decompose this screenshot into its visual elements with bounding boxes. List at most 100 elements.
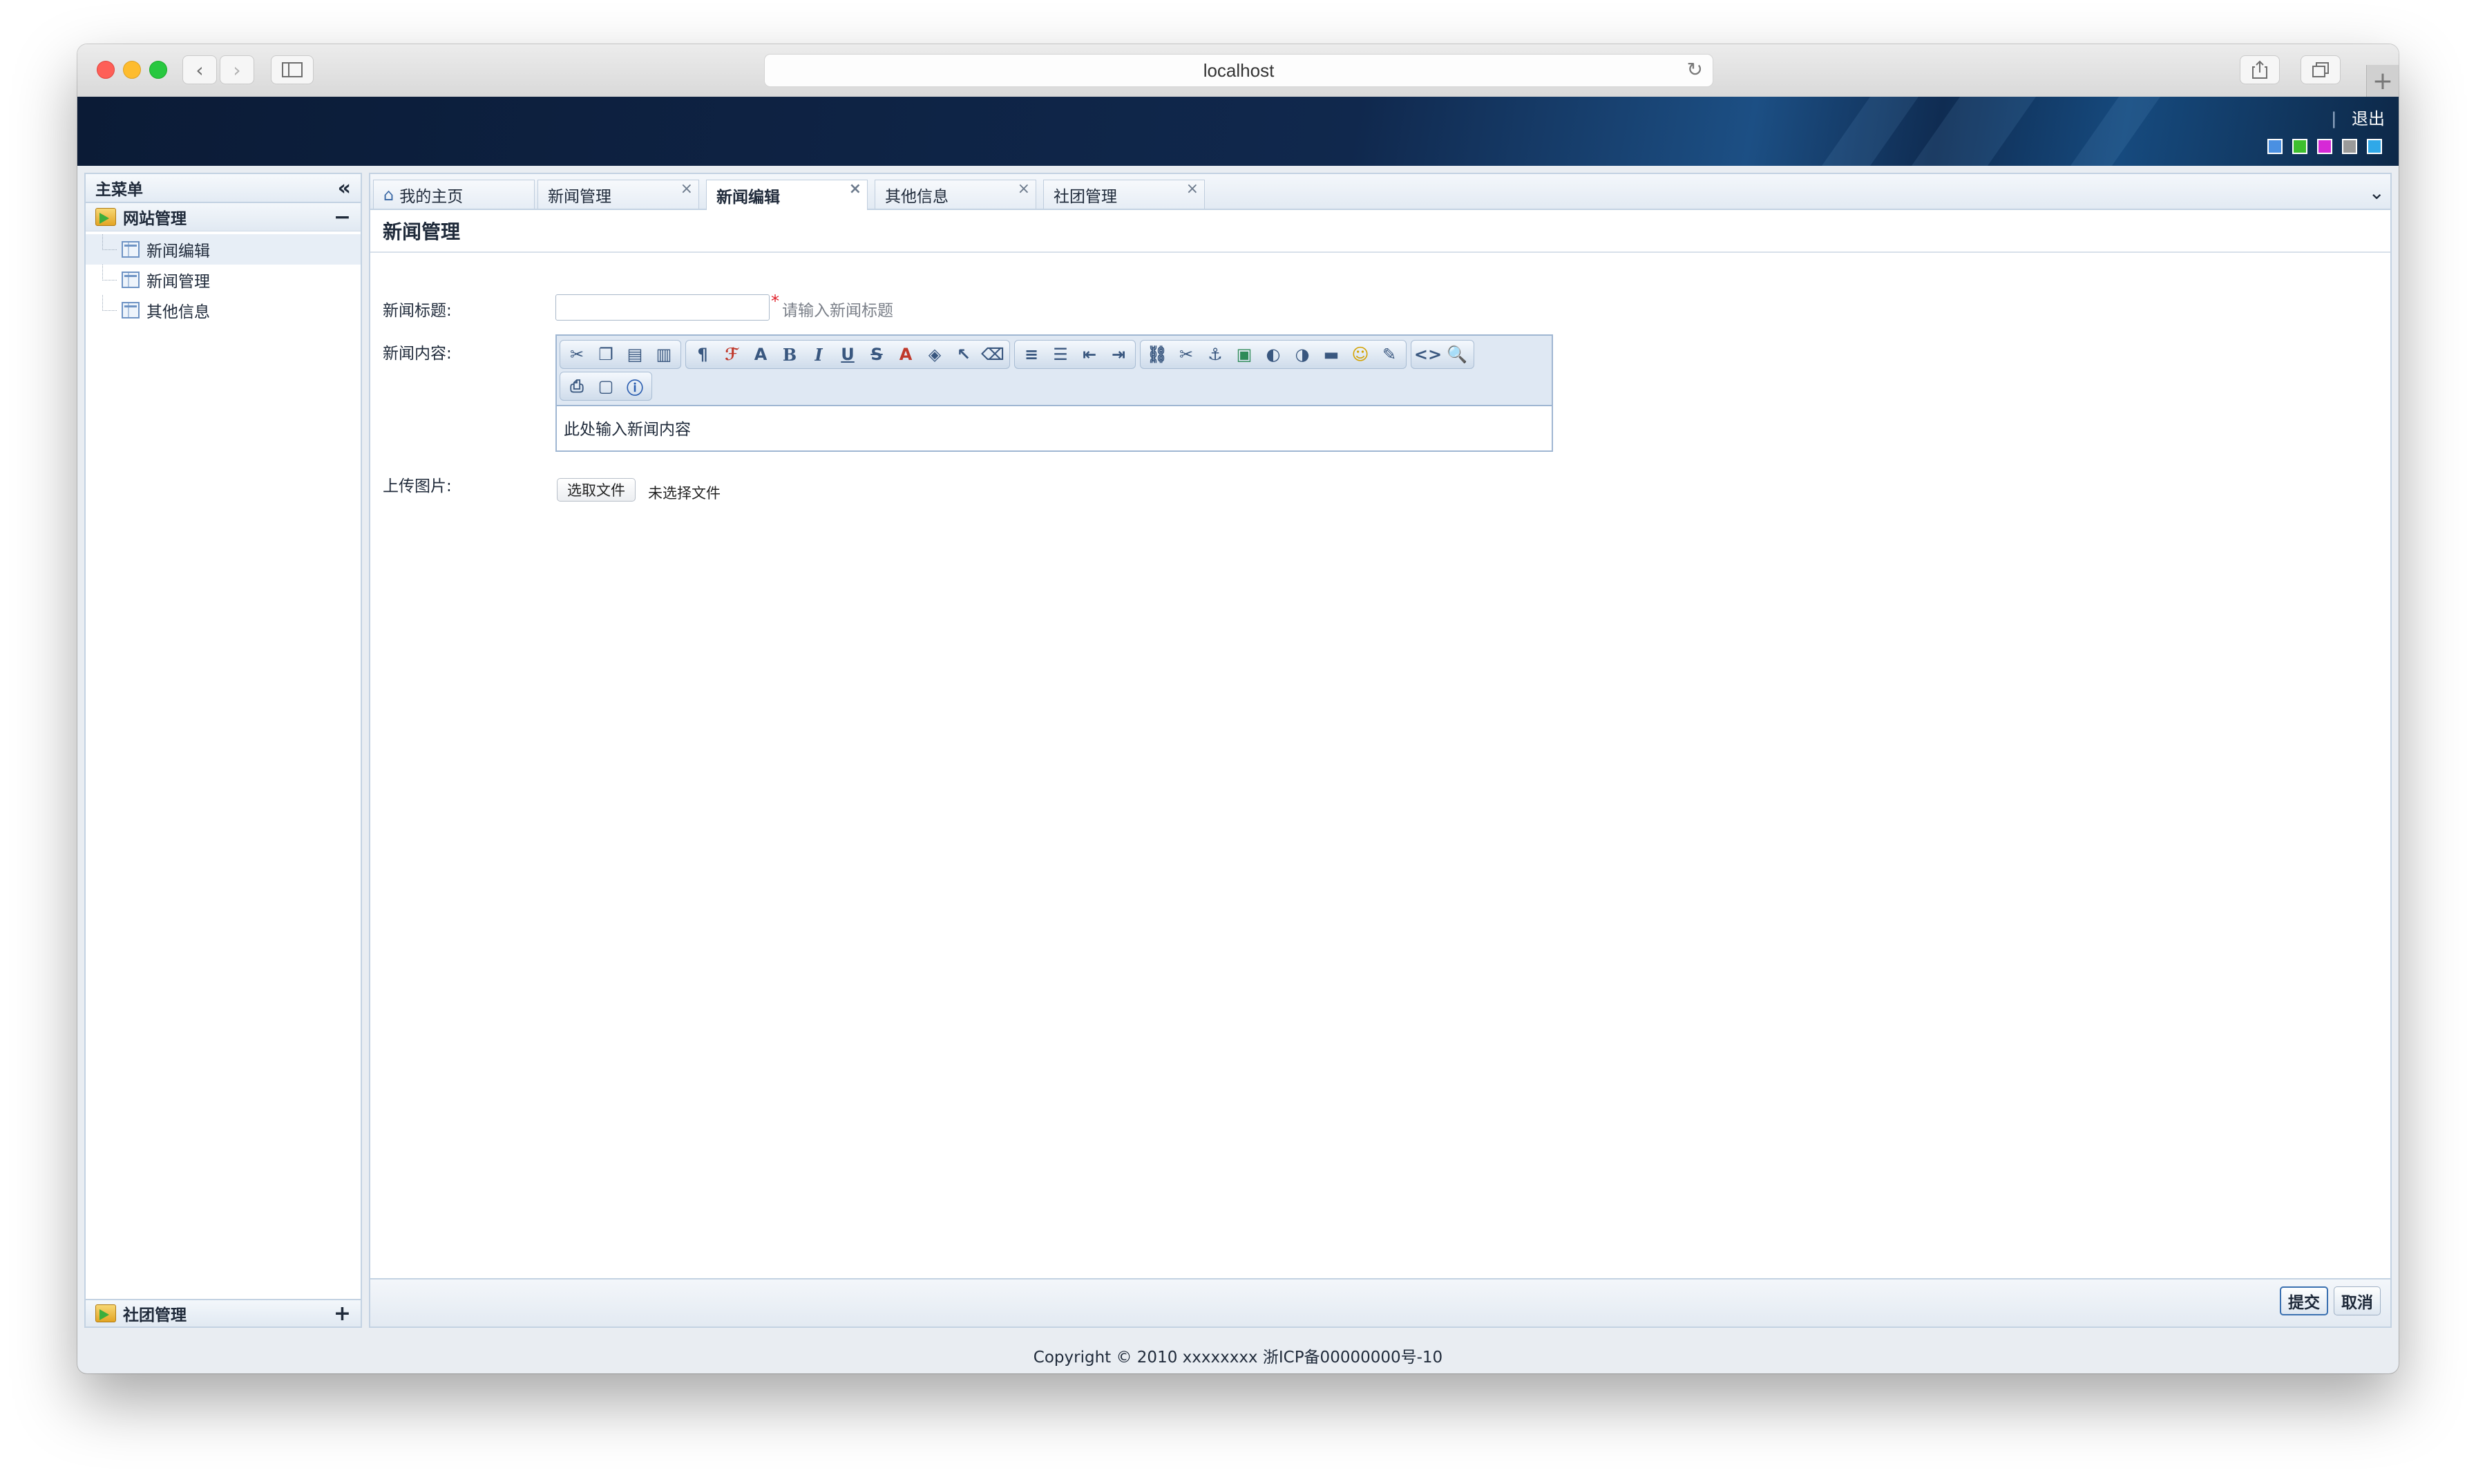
folder-icon [95, 208, 116, 226]
strikethrough-icon[interactable]: S [863, 342, 891, 367]
indent-icon[interactable]: ⇥ [1105, 342, 1132, 367]
emoticon-icon[interactable]: ☺ [1346, 342, 1374, 367]
text-color-icon[interactable]: A [892, 342, 920, 367]
share-button[interactable] [2240, 55, 2280, 84]
toolbar-group-paragraph: ≡ ☰ ⇤ ⇥ [1014, 340, 1136, 369]
title-label: 新闻标题: [383, 302, 452, 320]
back-button[interactable]: ‹ [182, 55, 217, 84]
share-icon [2252, 60, 2267, 79]
title-input[interactable] [555, 294, 770, 321]
theme-swatch-green[interactable] [2292, 139, 2307, 154]
sidebar-toggle-button[interactable] [271, 55, 314, 84]
page-icon [122, 272, 140, 288]
anchor-icon[interactable]: ⚓ [1201, 342, 1229, 367]
theme-swatch-cyan[interactable] [2367, 139, 2382, 154]
plus-icon: + [2372, 66, 2394, 95]
bold-icon[interactable]: B [776, 342, 803, 367]
collapse-group-icon[interactable]: − [334, 205, 351, 229]
tab-other-info[interactable]: 其他信息 × [875, 180, 1036, 209]
background-color-icon[interactable]: ◈ [921, 342, 949, 367]
sidebar-item-news-edit[interactable]: 新闻编辑 [86, 234, 361, 265]
address-bar[interactable]: localhost ↻ [764, 54, 1713, 87]
outdent-icon[interactable]: ⇤ [1076, 342, 1103, 367]
sidebar-group-club[interactable]: 社团管理 + [86, 1299, 361, 1326]
sidebar-item-news-manage[interactable]: 新闻管理 [86, 265, 361, 295]
expand-group-icon[interactable]: + [334, 1302, 351, 1326]
sidebar-item-label: 新闻编辑 [146, 242, 210, 260]
choose-file-button[interactable]: 选取文件 [557, 478, 636, 502]
paste-text-icon[interactable]: ▥ [650, 342, 678, 367]
close-window-button[interactable] [97, 61, 115, 79]
source-code-icon[interactable]: <> [1414, 342, 1442, 367]
tab-menu-icon[interactable]: ⌄ [2369, 181, 2385, 204]
tabs-overview-button[interactable] [2301, 55, 2341, 84]
eraser-icon[interactable]: ⌫ [979, 342, 1007, 367]
align-icon[interactable]: ≡ [1018, 342, 1045, 367]
print-icon[interactable]: ⎙ [563, 374, 591, 399]
select-all-icon[interactable]: ↖ [950, 342, 978, 367]
paragraph-format-icon[interactable]: ¶ [689, 342, 716, 367]
sidebar-group-label: 网站管理 [123, 210, 187, 228]
minimize-window-button[interactable] [123, 61, 141, 79]
font-family-icon[interactable]: ℱ [718, 342, 745, 367]
unlink-icon[interactable]: ✂ [1172, 342, 1200, 367]
horizontal-rule-icon[interactable]: ▬ [1317, 342, 1345, 367]
theme-swatch-blue[interactable] [2267, 139, 2283, 154]
toolbar-group-insert: ⛓ ✂ ⚓ ▣ ◐ ◑ ▬ ☺ ✎ [1140, 340, 1407, 369]
image-icon[interactable]: ▣ [1230, 342, 1258, 367]
sidebar-icon [282, 62, 303, 77]
table-icon[interactable]: ✎ [1375, 342, 1403, 367]
tab-home[interactable]: ⌂ 我的主页 [373, 180, 535, 209]
tree-line [102, 265, 117, 280]
home-icon: ⌂ [383, 184, 394, 204]
new-tab-button[interactable]: + [2366, 65, 2399, 97]
tab-label: 我的主页 [399, 187, 464, 206]
header-decoration [1821, 97, 1919, 166]
editor-toolbar: ✂ ❐ ▤ ▥ ¶ ℱ A B I U S A ◈ ↖ ⌫ ≡ ☰ ⇤ ⇥ ⛓ … [557, 336, 1552, 406]
underline-icon[interactable]: U [834, 342, 861, 367]
about-icon[interactable]: ⓘ [621, 374, 649, 399]
collapse-sidebar-icon[interactable]: « [338, 176, 351, 200]
sidebar-title: 主菜单 [95, 181, 143, 199]
italic-icon[interactable]: I [805, 342, 832, 367]
list-icon[interactable]: ☰ [1047, 342, 1074, 367]
theme-swatch-purple[interactable] [2317, 139, 2332, 154]
cancel-button[interactable]: 取消 [2334, 1286, 2381, 1315]
sidebar-group-website[interactable]: 网站管理 − [86, 203, 361, 231]
font-size-icon[interactable]: A [747, 342, 774, 367]
close-icon[interactable]: × [1018, 180, 1030, 198]
app-header: | 退出 [77, 97, 2399, 166]
editor-content[interactable]: 此处输入新闻内容 [557, 406, 1552, 449]
tab-label: 新闻编辑 [716, 188, 780, 207]
sidebar-item-other-info[interactable]: 其他信息 [86, 295, 361, 325]
tab-news-manage[interactable]: 新闻管理 × [537, 180, 699, 209]
page-icon [122, 241, 140, 258]
link-icon[interactable]: ⛓ [1143, 342, 1171, 367]
logout-link[interactable]: 退出 [2352, 109, 2385, 129]
toolbar-group-clipboard: ✂ ❐ ▤ ▥ [560, 340, 681, 369]
close-icon[interactable]: × [849, 180, 861, 198]
upload-label: 上传图片: [383, 477, 452, 495]
reload-icon[interactable]: ↻ [1687, 58, 1703, 81]
url-text: localhost [1203, 59, 1275, 81]
media-icon[interactable]: ◑ [1288, 342, 1316, 367]
tab-club-manage[interactable]: 社团管理 × [1043, 180, 1205, 209]
close-icon[interactable]: × [1186, 180, 1199, 198]
close-icon[interactable]: × [680, 180, 693, 198]
fullscreen-icon[interactable]: ▢ [592, 374, 620, 399]
zoom-window-button[interactable] [149, 61, 167, 79]
header-decoration [1911, 97, 2037, 166]
theme-swatch-gray[interactable] [2342, 139, 2357, 154]
copyright-footer: Copyright © 2010 xxxxxxxx 浙ICP备00000000号… [1033, 1349, 1443, 1367]
logout-area: | 退出 [2331, 105, 2385, 129]
copy-icon[interactable]: ❐ [592, 342, 620, 367]
submit-button[interactable]: 提交 [2280, 1286, 2328, 1315]
preview-icon[interactable]: 🔍 [1443, 342, 1471, 367]
tab-news-edit[interactable]: 新闻编辑 × [706, 180, 868, 210]
cut-icon[interactable]: ✂ [563, 342, 591, 367]
tree-line [102, 295, 117, 311]
toolbar-group-format: ¶ ℱ A B I U S A ◈ ↖ ⌫ [685, 340, 1010, 369]
forward-button[interactable]: › [220, 55, 254, 84]
flash-icon[interactable]: ◐ [1259, 342, 1287, 367]
paste-icon[interactable]: ▤ [621, 342, 649, 367]
